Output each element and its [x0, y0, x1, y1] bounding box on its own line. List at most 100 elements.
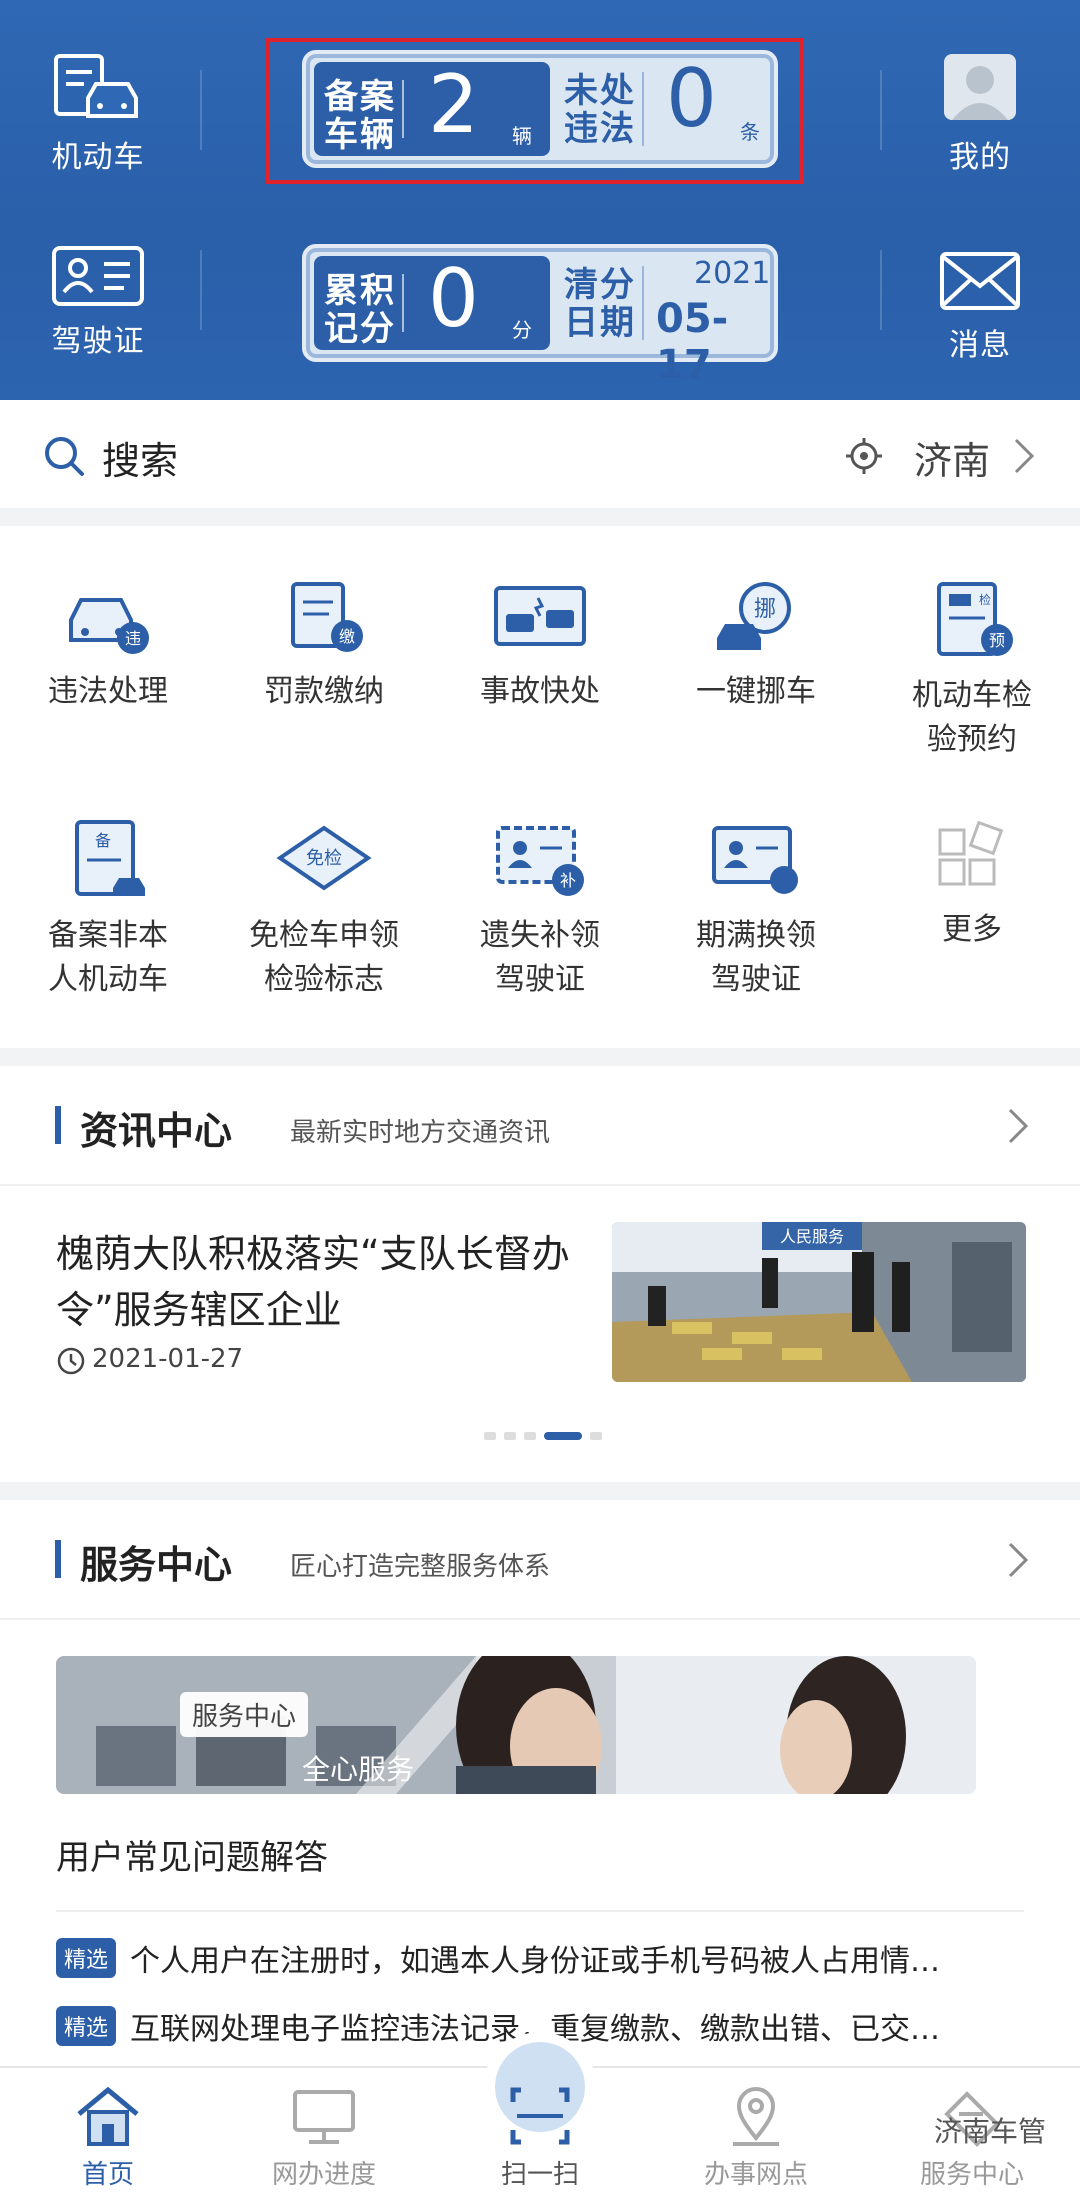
- featured-badge: 精选: [56, 2006, 117, 2046]
- banner-subtitle: 全心服务: [302, 1753, 415, 1786]
- service-label: 机动车检 验预约: [912, 678, 1032, 757]
- divider: [56, 1910, 1024, 1912]
- renew-license-icon: [712, 826, 798, 894]
- news-date: 2021-01-27: [92, 1344, 244, 1374]
- clear-date-year: 2021: [694, 256, 771, 291]
- service-banner[interactable]: 服务中心 全心服务: [56, 1656, 976, 1794]
- news-image-caption: 人民服务: [780, 1227, 844, 1246]
- svg-text:预: 预: [989, 631, 1005, 650]
- accumulated-points-count: 0: [428, 252, 479, 345]
- service-reissue-license[interactable]: 补 遗失补领 驾驶证: [432, 818, 648, 1002]
- car-violation-icon: 违: [69, 598, 149, 654]
- news-image[interactable]: 人民服务: [612, 1222, 1026, 1382]
- vehicle-icon: [54, 54, 138, 118]
- watermark: 济南车管: [933, 2115, 1046, 2148]
- tab-service-points[interactable]: 办事网点: [648, 2084, 864, 2191]
- svg-text:检: 检: [979, 592, 991, 607]
- license-entry[interactable]: 驾驶证: [18, 244, 178, 360]
- section-marker: [55, 1540, 61, 1578]
- license-label: 驾驶证: [51, 324, 145, 359]
- service-label: 期满换领 驾驶证: [696, 918, 816, 997]
- service-inspection[interactable]: 检 预 机动车检 验预约: [864, 580, 1080, 762]
- divider: [880, 250, 882, 330]
- move-car-icon: 挪: [717, 582, 791, 650]
- search-input[interactable]: 搜索: [102, 430, 178, 485]
- service-fine[interactable]: 缴 罚款缴纳: [216, 580, 432, 714]
- news-title: 资讯中心: [80, 1109, 233, 1153]
- inspection-appointment-icon: 检 预: [937, 582, 1013, 656]
- service-register-car[interactable]: 备 备案非本 人机动车: [0, 818, 216, 1002]
- location-icon: [846, 438, 882, 474]
- tab-home[interactable]: 首页: [0, 2084, 216, 2191]
- more-icon: [938, 820, 1004, 886]
- faq-item[interactable]: 精选 个人用户在注册时，如遇本人身份证或手机号码被人占用情…: [56, 1936, 1024, 1982]
- chevron-right-icon: [1008, 1542, 1029, 1578]
- service-violation[interactable]: 违 违法处理: [0, 580, 216, 714]
- clear-date-value: 05-17: [656, 296, 729, 388]
- service-move-car[interactable]: 挪 一键挪车: [648, 580, 864, 714]
- accumulated-points-unit: 分: [512, 318, 532, 342]
- scan-icon: [510, 2087, 570, 2145]
- service-center-title: 服务中心: [80, 1543, 233, 1587]
- city-selector[interactable]: 济南: [914, 430, 990, 485]
- faq-text: 个人用户在注册时，如遇本人身份证或手机号码被人占用情…: [130, 1944, 941, 1979]
- service-grid: 违 违法处理 缴 罚款缴纳 事故快处 挪 一键挪车 检 预 机动车检 验预约 备…: [0, 526, 1080, 1048]
- service-label: 事故快处: [480, 674, 600, 709]
- service-accident[interactable]: 事故快处: [432, 580, 648, 714]
- message-entry[interactable]: 消息: [900, 250, 1060, 364]
- header-panel: 机动车 驾驶证 备案 车辆 2 辆 未处 违法 0 条 累积 记分 0 分 清分…: [0, 0, 1080, 400]
- divider: [200, 250, 202, 330]
- avatar-icon: [944, 54, 1016, 120]
- tab-label: 网办进度: [271, 2160, 376, 2190]
- reissue-license-icon: 补: [496, 826, 584, 896]
- highlight-box: [266, 38, 804, 184]
- app-screen: 机动车 驾驶证 备案 车辆 2 辆 未处 违法 0 条 累积 记分 0 分 清分…: [0, 0, 1080, 2208]
- bottom-tab-bar: 首页 网办进度 扫一扫 办事网点 服务中心 济南车管: [0, 2032, 1080, 2208]
- chevron-right-icon: [1014, 438, 1035, 474]
- license-icon: [52, 246, 144, 306]
- search-icon: [45, 437, 84, 476]
- divider: [880, 70, 882, 150]
- service-label: 更多: [942, 912, 1002, 947]
- svg-text:缴: 缴: [339, 627, 355, 646]
- service-renew-license[interactable]: 期满换领 驾驶证: [648, 818, 864, 1002]
- featured-badge: 精选: [56, 1938, 117, 1978]
- map-pin-icon: [733, 2087, 779, 2146]
- svg-text:备: 备: [95, 831, 111, 850]
- tab-scan[interactable]: 扫一扫: [432, 2084, 648, 2191]
- news-headline[interactable]: 槐荫大队积极落实“支队长督办令”服务辖区企业: [56, 1226, 576, 1338]
- mine-label: 我的: [949, 140, 1011, 175]
- svg-text:违: 违: [125, 629, 141, 648]
- tab-progress[interactable]: 网办进度: [216, 2084, 432, 2191]
- search-bar[interactable]: 搜索 济南: [0, 400, 1080, 508]
- news-header[interactable]: 资讯中心 最新实时地方交通资讯: [0, 1066, 1080, 1186]
- service-more[interactable]: 更多: [864, 818, 1080, 952]
- tab-label: 首页: [81, 2160, 134, 2190]
- points-plate[interactable]: 累积 记分 0 分 清分 日期 2021 05-17: [302, 244, 778, 388]
- service-exemption[interactable]: 免检 免检车申领 检验标志: [216, 818, 432, 1002]
- accumulated-points-block: 累积 记分 0 分: [314, 252, 550, 350]
- mine-entry[interactable]: 我的: [900, 50, 1060, 176]
- svg-text:补: 补: [560, 871, 576, 890]
- accident-icon: [494, 586, 586, 646]
- service-label: 一键挪车: [696, 674, 816, 709]
- service-label: 罚款缴纳: [264, 674, 384, 709]
- svg-text:免检: 免检: [306, 848, 342, 869]
- news-section: 资讯中心 最新实时地方交通资讯 槐荫大队积极落实“支队长督办令”服务辖区企业 2…: [0, 1066, 1080, 1482]
- monitor-icon: [293, 2090, 355, 2144]
- chevron-right-icon: [1008, 1108, 1029, 1144]
- vehicle-entry[interactable]: 机动车: [18, 50, 178, 176]
- envelope-icon: [940, 252, 1020, 310]
- service-label: 备案非本 人机动车: [48, 918, 168, 997]
- news-subtitle: 最新实时地方交通资讯: [290, 1118, 551, 1148]
- service-label: 违法处理: [48, 674, 168, 709]
- tab-label: 服务中心: [919, 2160, 1024, 2190]
- vehicle-label: 机动车: [51, 140, 145, 175]
- banner-tag: 服务中心: [180, 1692, 309, 1737]
- tab-label: 办事网点: [703, 2160, 808, 2190]
- service-center-section: 服务中心 匠心打造完整服务体系 服务中心 全心服务 用户常见问题解答 精选 个人…: [0, 1500, 1080, 2066]
- clock-icon: [57, 1347, 85, 1375]
- service-center-header[interactable]: 服务中心 匠心打造完整服务体系: [0, 1500, 1080, 1620]
- clear-date-label: 清分 日期: [564, 265, 636, 343]
- section-marker: [55, 1106, 61, 1144]
